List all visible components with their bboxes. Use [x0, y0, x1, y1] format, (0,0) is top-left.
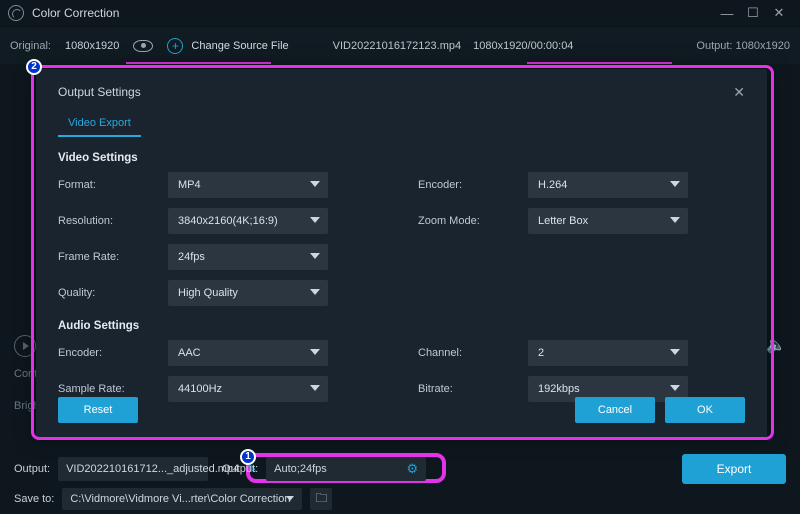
open-folder-button[interactable]: 🗀 [310, 488, 332, 510]
chevron-down-icon [670, 349, 680, 355]
quality-label: Quality: [58, 287, 168, 299]
video-encoder-select[interactable]: H.264 [528, 172, 688, 198]
source-file-meta: 1080x1920/00:00:04 [473, 40, 573, 52]
resolution-select[interactable]: 3840x2160(4K;16:9) [168, 208, 328, 234]
chevron-down-icon [286, 496, 294, 501]
zoom-mode-select[interactable]: Letter Box [528, 208, 688, 234]
export-button[interactable]: Export [682, 454, 786, 484]
app-title: Color Correction [32, 6, 119, 20]
chevron-down-icon [670, 181, 680, 187]
audio-encoder-select[interactable]: AAC [168, 340, 328, 366]
format-select[interactable]: MP4 [168, 172, 328, 198]
chevron-down-icon [310, 217, 320, 223]
channel-select[interactable]: 2 [528, 340, 688, 366]
video-encoder-label: Encoder: [418, 179, 528, 191]
gear-icon[interactable]: ⚙ [407, 461, 419, 477]
channel-label: Channel: [418, 347, 528, 359]
output-format-label: Output: [222, 463, 258, 475]
video-settings-title: Video Settings [58, 152, 745, 164]
chevron-down-icon [670, 385, 680, 391]
audio-settings-title: Audio Settings [58, 320, 745, 332]
chevron-down-icon [310, 253, 320, 259]
zoom-mode-label: Zoom Mode: [418, 215, 528, 227]
sample-rate-label: Sample Rate: [58, 383, 168, 395]
dialog-tabs: Video Export [58, 111, 745, 138]
title-bar: Color Correction — ☐ ✕ [0, 0, 800, 26]
annotation-underline-left [126, 62, 271, 64]
output-bar: Output: VID202210161712..._adjusted.mp4 … [0, 454, 800, 484]
audio-encoder-label: Encoder: [58, 347, 168, 359]
output-format-value: Auto;24fps [274, 463, 327, 475]
output-settings-dialog: Output Settings ✕ Video Export Video Set… [36, 69, 767, 437]
bitrate-label: Bitrate: [418, 383, 528, 395]
dialog-title: Output Settings [58, 85, 141, 99]
original-label: Original: [10, 40, 51, 52]
original-resolution: 1080x1920 [65, 40, 119, 52]
frame-rate-select[interactable]: 24fps [168, 244, 328, 270]
source-file-name: VID20221016172123.mp4 [333, 40, 461, 52]
output-size-label: Output: [696, 40, 732, 52]
output-filename: VID202210161712..._adjusted.mp4 [66, 463, 239, 475]
output-format-field[interactable]: Auto;24fps ⚙ [266, 457, 426, 481]
minimize-button[interactable]: — [714, 0, 740, 26]
resolution-label: Resolution: [58, 215, 168, 227]
saveto-label: Save to: [14, 493, 54, 505]
reset-button[interactable]: Reset [58, 397, 138, 423]
chevron-down-icon [310, 289, 320, 295]
chevron-down-icon [310, 181, 320, 187]
annotation-badge-2: 2 [26, 59, 42, 75]
frame-rate-label: Frame Rate: [58, 251, 168, 263]
preview-toggle-icon[interactable] [133, 40, 153, 52]
change-source-button[interactable]: + Change Source File [167, 38, 288, 54]
output-file-label: Output: [14, 463, 50, 475]
close-window-button[interactable]: ✕ [766, 0, 792, 26]
dialog-close-button[interactable]: ✕ [733, 84, 745, 101]
cancel-button[interactable]: Cancel [575, 397, 655, 423]
chevron-down-icon [670, 217, 680, 223]
format-label: Format: [58, 179, 168, 191]
maximize-button[interactable]: ☐ [740, 0, 766, 26]
save-bar: Save to: C:\Vidmore\Vidmore Vi...rter\Co… [0, 486, 800, 512]
ok-button[interactable]: OK [665, 397, 745, 423]
source-file-info: VID20221016172123.mp4 1080x1920/00:00:04 [333, 40, 574, 52]
info-bar: Original: 1080x1920 + Change Source File… [0, 26, 800, 64]
output-filename-field[interactable]: VID202210161712..._adjusted.mp4 ✎ [58, 457, 208, 481]
save-path-select[interactable]: C:\Vidmore\Vidmore Vi...rter\Color Corre… [62, 488, 302, 510]
change-source-label: Change Source File [191, 40, 288, 52]
quality-select[interactable]: High Quality [168, 280, 328, 306]
tab-video-export[interactable]: Video Export [58, 111, 141, 137]
plus-circle-icon: + [167, 38, 183, 54]
chevron-down-icon [310, 385, 320, 391]
save-path-value: C:\Vidmore\Vidmore Vi...rter\Color Corre… [70, 493, 290, 505]
output-resolution: 1080x1920 [736, 40, 790, 52]
annotation-underline-right [527, 62, 672, 64]
app-icon [8, 5, 24, 21]
chevron-down-icon [310, 349, 320, 355]
